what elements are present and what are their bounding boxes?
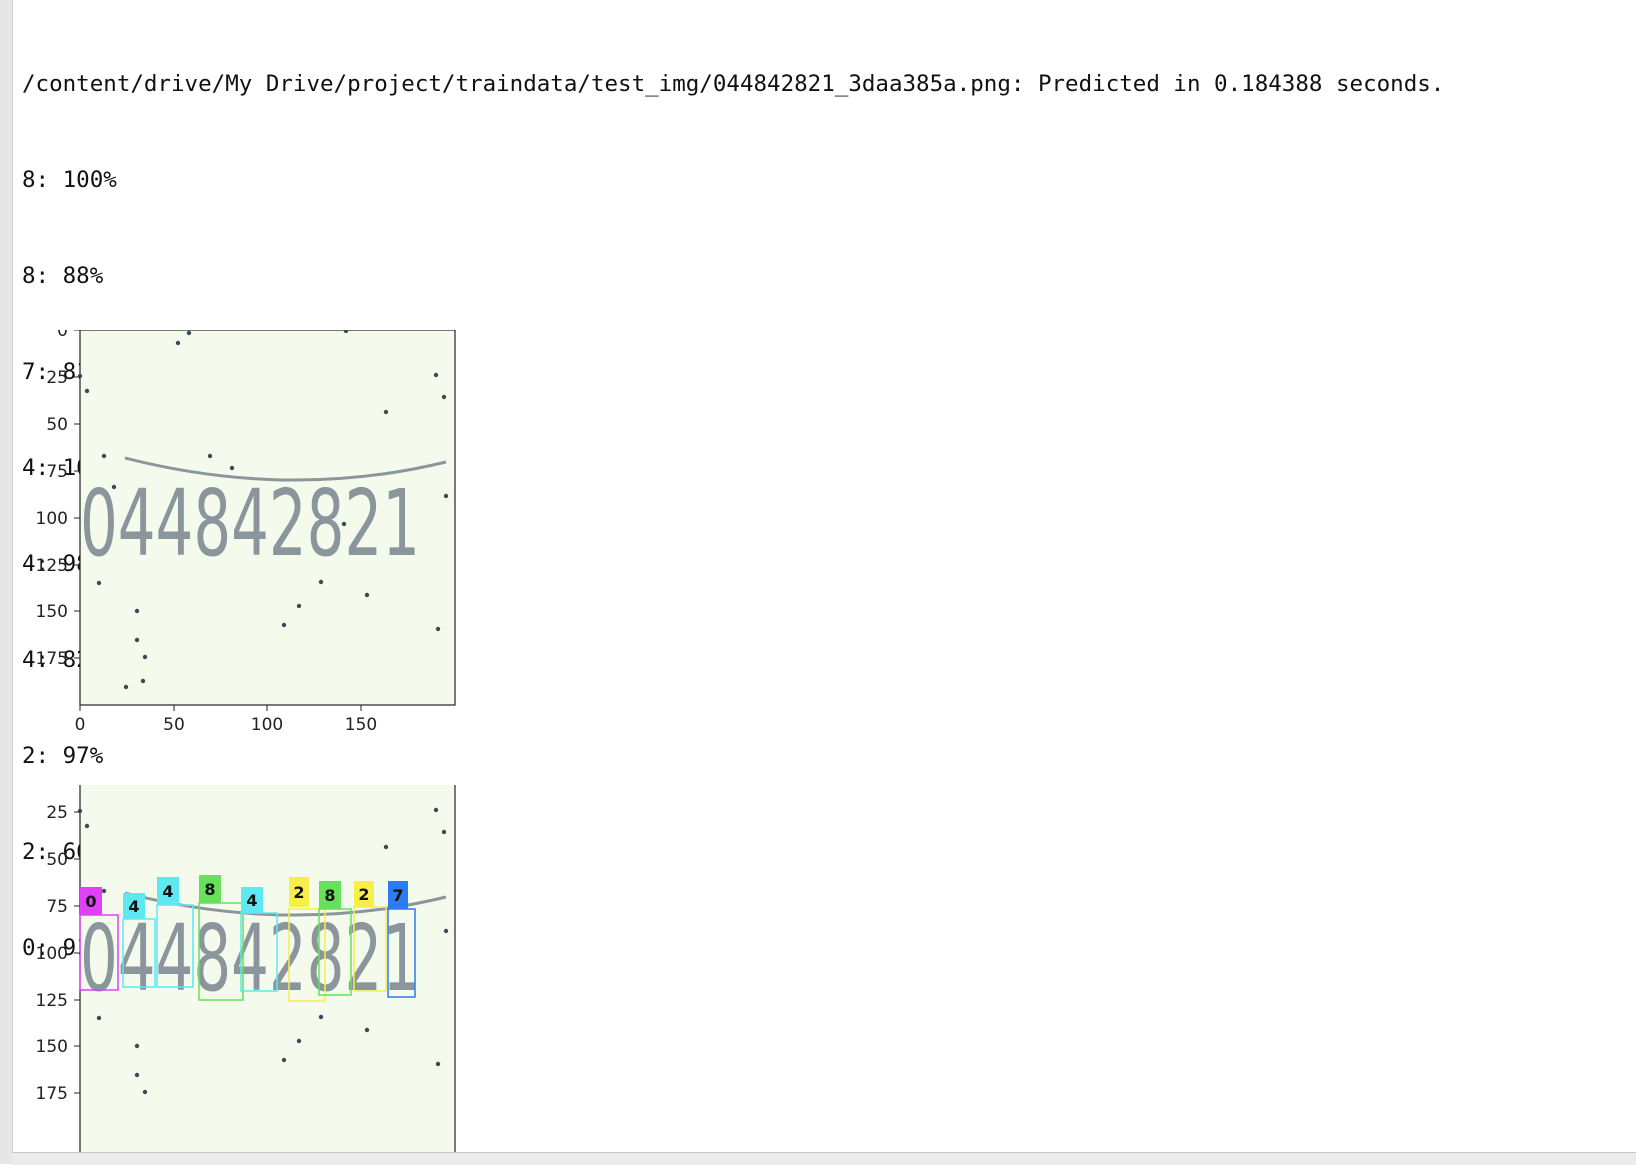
y-tick-label: 125 — [36, 556, 68, 576]
detection-label-text: 2 — [293, 883, 304, 902]
y-tick-label: 25 — [46, 803, 68, 823]
horizontal-scrollbar[interactable] — [12, 1152, 1636, 1165]
detection-label-text: 0 — [85, 892, 96, 911]
detection-label-text: 4 — [246, 891, 257, 910]
detection-label-text: 8 — [324, 886, 335, 905]
x-tick-label: 100 — [251, 715, 283, 735]
captcha-image-plot: 044842821 0 25 50 75 100 125 150 175 0 5… — [36, 330, 456, 735]
y-tick-label: 175 — [36, 1084, 68, 1104]
y-axis: 0 25 50 75 100 125 150 175 — [36, 330, 80, 669]
prediction-line: 8: 88% — [22, 263, 104, 289]
y-tick-label: 50 — [46, 415, 68, 435]
detection-label-text: 8 — [204, 880, 215, 899]
captcha-glyphs: 044842821 — [80, 905, 420, 1012]
y-tick-label: 25 — [46, 368, 68, 388]
y-tick-label: 100 — [36, 944, 68, 964]
y-tick-label: 0 — [57, 330, 68, 341]
detection-label-text: 2 — [358, 885, 369, 904]
output-header-line: /content/drive/My Drive/project/traindat… — [22, 71, 1445, 97]
captcha-glyphs: 044842821 — [80, 470, 420, 577]
x-axis: 0 50 100 150 — [75, 705, 377, 735]
y-tick-label: 75 — [46, 897, 68, 917]
detection-result-plot: 044842821 0 4 4 8 4 2 8 2 7 0 25 50 75 100 125 1… — [36, 785, 456, 1152]
y-tick-label: 75 — [46, 462, 68, 482]
detection-label-text: 4 — [128, 897, 139, 916]
prediction-line: 8: 100% — [22, 167, 117, 193]
y-tick-label: 150 — [36, 1037, 68, 1057]
y-axis: 0 25 50 75 100 125 150 175 — [36, 803, 80, 1104]
y-tick-label: 125 — [36, 991, 68, 1011]
y-tick-label: 175 — [36, 649, 68, 669]
x-tick-label: 50 — [163, 715, 185, 735]
x-tick-label: 150 — [345, 715, 377, 735]
detection-label-text: 4 — [162, 882, 173, 901]
y-tick-label: 50 — [46, 850, 68, 870]
y-tick-label: 100 — [36, 509, 68, 529]
x-tick-label: 0 — [75, 715, 86, 735]
y-tick-label: 150 — [36, 602, 68, 622]
detection-label-text: 7 — [392, 886, 403, 905]
